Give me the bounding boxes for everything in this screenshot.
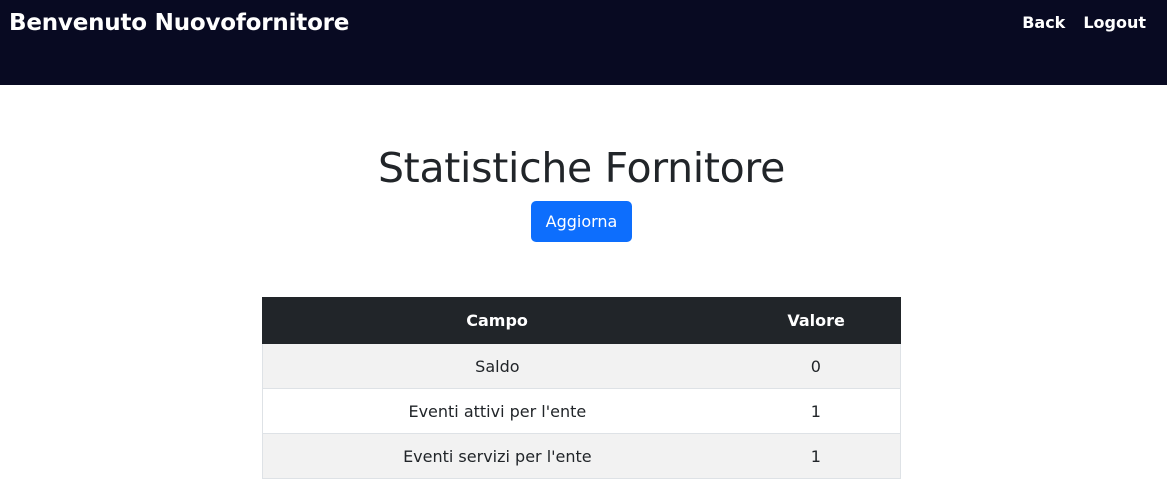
table-cell-field: Eventi servizi per l'ente [261, 433, 732, 479]
table-cell-value: 1 [731, 433, 901, 479]
logout-link[interactable]: Logout [1083, 13, 1146, 32]
table-row: Eventi attivi per l'ente 1 [261, 388, 901, 434]
stats-table: Campo Valore Saldo 0 Eventi attivi per l… [261, 297, 901, 479]
table-cell-field: Saldo [261, 343, 732, 389]
table-row: Saldo 0 [261, 343, 901, 389]
table-row: Eventi servizi per l'ente 1 [261, 433, 901, 479]
column-header-valore: Valore [731, 297, 901, 344]
table-cell-field: Eventi attivi per l'ente [261, 388, 732, 434]
table-header-row: Campo Valore [261, 297, 901, 344]
back-link[interactable]: Back [1022, 13, 1065, 32]
page-title: Statistiche Fornitore [377, 144, 786, 192]
nav-links: Back Logout [1022, 13, 1146, 32]
column-header-campo: Campo [261, 297, 733, 344]
table-cell-value: 1 [731, 388, 901, 434]
refresh-button[interactable]: Aggiorna [531, 201, 632, 242]
welcome-brand: Benvenuto Nuovofornitore [9, 10, 350, 36]
table-cell-value: 0 [731, 343, 901, 389]
top-navbar: Benvenuto Nuovofornitore Back Logout [0, 0, 1167, 85]
